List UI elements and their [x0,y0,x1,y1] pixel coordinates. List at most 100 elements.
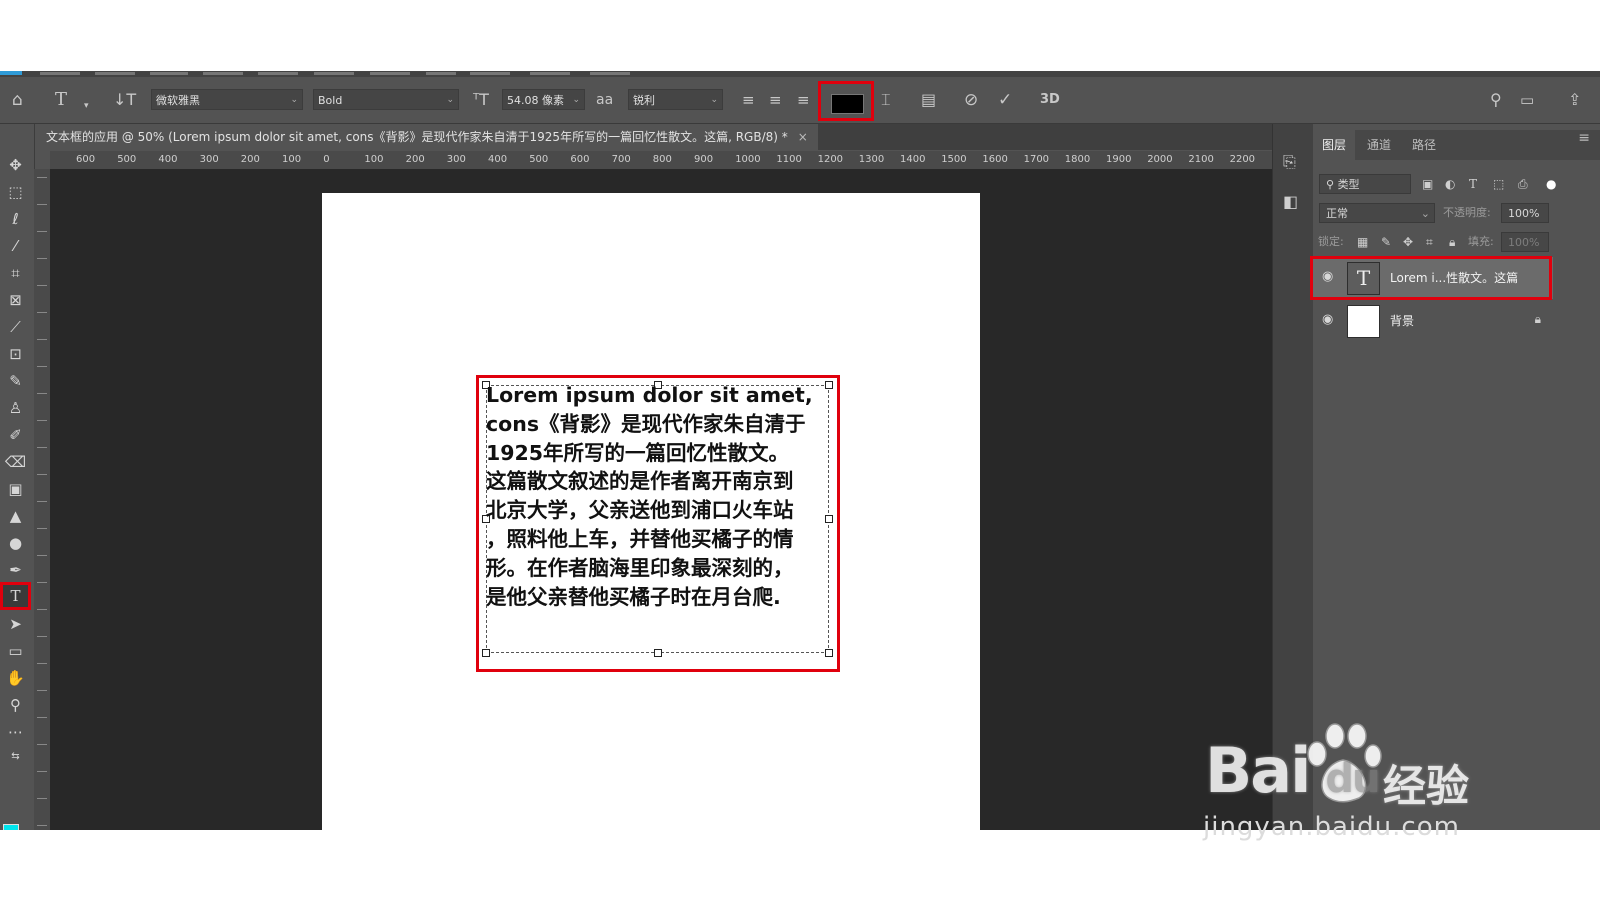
lock-all-icon[interactable]: 🔒︎ [1449,232,1455,252]
crop-tool-icon[interactable]: ⌗ [3,262,28,284]
search-icon[interactable]: ⚲ [1490,91,1502,109]
filter-toggle-icon[interactable]: ● [1546,174,1556,194]
panel-menu-icon[interactable]: ≡ [1578,130,1590,146]
font-size-select[interactable]: 54.08 像素 ⌄ [502,89,585,110]
lock-transparent-icon[interactable]: ▦ [1357,232,1368,252]
three-d-button[interactable]: 3D [1040,91,1060,109]
warp-text-icon[interactable]: ⌶ [881,91,891,109]
history-brush-tool-icon[interactable]: ✐ [3,424,28,446]
adjustment-filter-icon[interactable]: ◐ [1445,174,1455,194]
watermark-chinese: 经验 [1383,762,1469,812]
opacity-input[interactable]: 100% [1501,203,1549,223]
ruler-tick-mark [37,447,47,448]
eye-icon[interactable]: ◉ [1322,312,1333,327]
ruler-tick-mark [37,825,47,826]
menu-item-blurred[interactable] [470,72,510,75]
rectangle-tool-icon[interactable]: ▭ [3,640,28,662]
preset-chevron-icon[interactable]: ▾ [84,97,89,115]
menu-item-blurred[interactable] [150,72,188,75]
menu-item-blurred[interactable] [95,72,135,75]
home-icon[interactable]: ⌂ [12,91,23,109]
font-size-value: 54.08 像素 [507,94,564,107]
swap-colors-icon[interactable]: ⇆ [3,746,28,768]
type-filter-icon[interactable]: T [1469,174,1477,194]
ruler-tick-label: 1000 [735,154,761,165]
font-family-select[interactable]: 微软雅黑 ⌄ [151,89,303,110]
resize-handle[interactable] [482,649,490,657]
shape-filter-icon[interactable]: ⬚ [1493,174,1504,194]
more-tools-icon[interactable]: ⋯ [3,721,28,743]
marquee-tool-icon[interactable]: ⬚ [3,181,28,203]
text-color-swatch[interactable] [831,94,864,114]
tab-paths[interactable]: 路径 [1403,130,1445,160]
dodge-tool-icon[interactable]: ● [3,532,28,554]
blur-tool-icon[interactable]: ▲ [3,505,28,527]
commit-check-icon[interactable]: ✓ [998,91,1012,109]
pen-tool-icon[interactable]: ✒ [3,559,28,581]
menu-item-blurred[interactable] [370,72,410,75]
smart-object-filter-icon[interactable]: ⎙ [1518,174,1528,194]
eraser-tool-icon[interactable]: ⌫ [3,451,28,473]
text-line: 北京大学，父亲送他到浦口火车站 [486,498,794,523]
align-center-icon[interactable]: ≡ [769,91,782,109]
fill-input[interactable]: 100% [1501,232,1549,252]
lasso-tool-icon[interactable]: ℓ [3,208,28,230]
tab-channels[interactable]: 通道 [1358,130,1400,160]
lock-position-icon[interactable]: ✥ [1403,232,1413,252]
watermark-url: jingyan.baidu.com [1203,812,1460,842]
close-icon[interactable]: × [798,130,808,144]
menu-item-blurred[interactable] [426,72,456,75]
cancel-icon[interactable]: ⊘ [964,91,978,109]
resize-handle[interactable] [654,649,662,657]
options-bar: ⌂ T ▾ ↓T 微软雅黑 ⌄ Bold ⌄ ᵀT 54.08 像素 ⌄ aa … [0,77,1600,124]
hand-tool-icon[interactable]: ✋ [3,667,28,689]
watermark-brand: Bai du [1205,740,1380,810]
workspace-icon[interactable]: ▭ [1520,91,1534,109]
type-tool-preset-icon[interactable]: T [55,91,67,109]
text-line: 是他父亲替他买橘子时在月台爬. [486,584,781,609]
eyedropper-tool-icon[interactable]: ⟋ [3,316,28,338]
blend-mode-select[interactable]: 正常 ⌄ [1319,203,1435,223]
character-panel-icon[interactable]: ▤ [921,91,936,109]
history-panel-icon[interactable]: ⎘ [1283,152,1296,172]
pixel-filter-icon[interactable]: ▣ [1422,174,1433,194]
type-tool-icon[interactable]: T [0,582,31,610]
properties-panel-icon[interactable]: ◧ [1283,192,1298,211]
gradient-tool-icon[interactable]: ▣ [3,478,28,500]
foreground-color-swatch[interactable] [3,824,19,830]
align-right-icon[interactable]: ≡ [797,91,810,109]
ruler-tick-mark [37,798,47,799]
menu-item-blurred[interactable] [40,72,80,75]
share-icon[interactable]: ⇪ [1568,91,1581,109]
brush-tool-icon[interactable]: ✎ [3,370,28,392]
menu-item-blurred[interactable] [590,72,630,75]
menu-item-blurred[interactable] [258,72,298,75]
ruler-tick-mark [37,555,47,556]
tab-layers[interactable]: 图层 [1313,130,1356,160]
paragraph-text-layer[interactable]: Lorem ipsum dolor sit amet, cons《背影》是现代作… [486,381,832,611]
font-style-select[interactable]: Bold ⌄ [313,89,459,110]
document-tab[interactable]: 文本框的应用 @ 50% (Lorem ipsum dolor sit amet… [36,124,818,150]
lock-image-icon[interactable]: ✎ [1381,232,1391,252]
align-left-icon[interactable]: ≡ [742,91,755,109]
lock-artboard-icon[interactable]: ⌗ [1426,232,1433,252]
ruler-tick-label: 1500 [941,154,967,165]
clone-stamp-tool-icon[interactable]: ♙ [3,397,28,419]
magic-wand-tool-icon[interactable]: ⁄ [3,235,28,257]
ruler-tick-mark [37,501,47,502]
resize-handle[interactable] [825,649,833,657]
layer-row-background[interactable]: ◉ 背景 🔒︎ [1313,300,1553,342]
move-tool-icon[interactable]: ✥ [3,154,28,176]
zoom-tool-icon[interactable]: ⚲ [3,694,28,716]
path-selection-tool-icon[interactable]: ➤ [3,613,28,635]
antialias-select[interactable]: 锐利 ⌄ [628,89,723,110]
ruler-tick-mark [37,366,47,367]
menu-item-blurred[interactable] [314,72,354,75]
menu-item-blurred[interactable] [530,72,570,75]
text-orientation-icon[interactable]: ↓T [113,91,136,109]
healing-brush-tool-icon[interactable]: ⊡ [3,343,28,365]
frame-tool-icon[interactable]: ⊠ [3,289,28,311]
menu-item-blurred[interactable] [203,72,243,75]
layer-filter-select[interactable]: ⚲ 类型 [1319,174,1411,194]
watermark-brand-text: Bai [1205,734,1311,807]
